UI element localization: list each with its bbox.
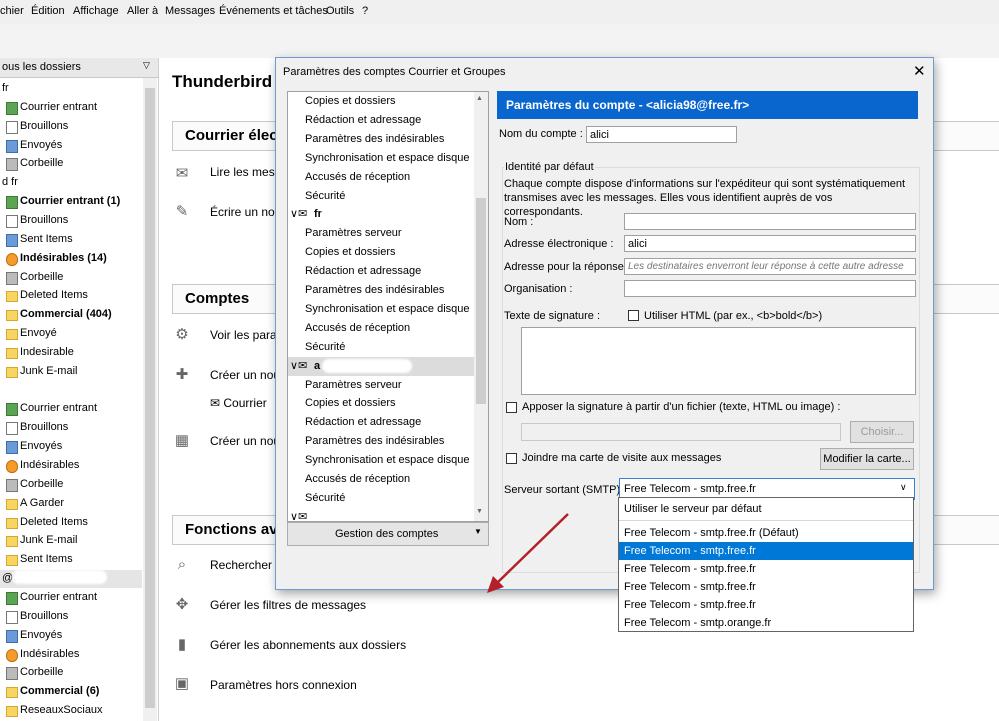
annotation-arrow-line [496,513,569,584]
annotation-arrow [487,513,569,593]
